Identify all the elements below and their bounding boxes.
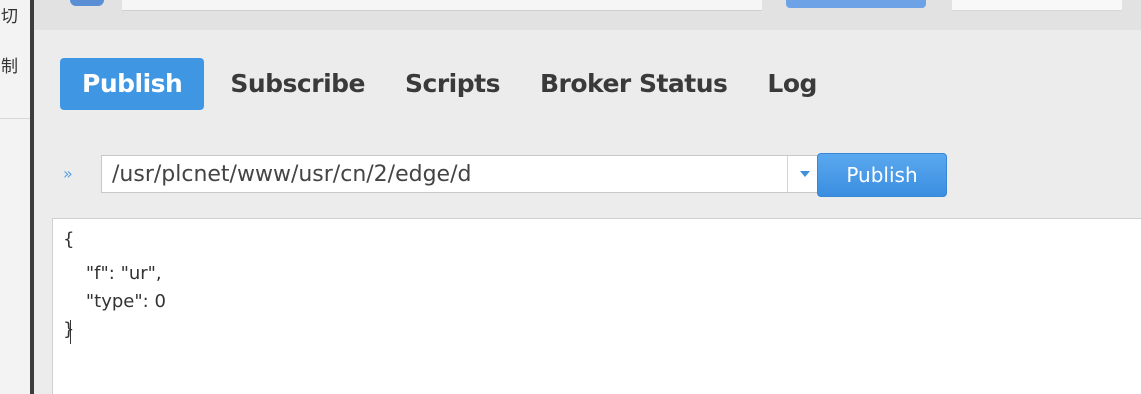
- left-panel-char-1: 切: [1, 7, 18, 27]
- left-panel-char-2: 制: [1, 57, 18, 77]
- expand-options-icon[interactable]: »: [63, 166, 73, 182]
- main-tabs: Publish Subscribe Scripts Broker Status …: [60, 58, 835, 110]
- connection-bar: [34, 0, 1141, 30]
- payload-editor[interactable]: { "f": "ur", "type": 0 }: [52, 218, 1141, 394]
- tab-publish[interactable]: Publish: [60, 58, 205, 110]
- publish-button[interactable]: Publish: [817, 153, 947, 197]
- tab-subscribe[interactable]: Subscribe: [210, 58, 383, 110]
- topic-combobox[interactable]: [101, 155, 823, 193]
- options-field-fragment[interactable]: [952, 0, 1122, 11]
- left-side-panel: 切 制: [0, 0, 30, 394]
- payload-line-3: "type": 0: [63, 291, 166, 312]
- payload-line-2: "f": "ur",: [63, 263, 162, 284]
- payload-line-1: {: [63, 229, 75, 250]
- tab-scripts[interactable]: Scripts: [383, 58, 518, 110]
- app-window: 切 制 Publish Subscribe Scripts Broker Sta…: [0, 0, 1141, 394]
- connect-control-fragment[interactable]: [70, 0, 104, 6]
- topic-input[interactable]: [102, 156, 754, 192]
- divider: [0, 118, 30, 119]
- payload-line-4: }: [63, 319, 75, 340]
- tab-broker-status[interactable]: Broker Status: [518, 58, 745, 110]
- mqtt-client-panel: Publish Subscribe Scripts Broker Status …: [34, 0, 1141, 394]
- chevron-down-icon: [800, 171, 810, 177]
- connect-button-fragment[interactable]: [786, 0, 926, 8]
- tab-log[interactable]: Log: [745, 58, 835, 110]
- broker-field-fragment[interactable]: [122, 0, 762, 11]
- text-cursor: [70, 320, 71, 344]
